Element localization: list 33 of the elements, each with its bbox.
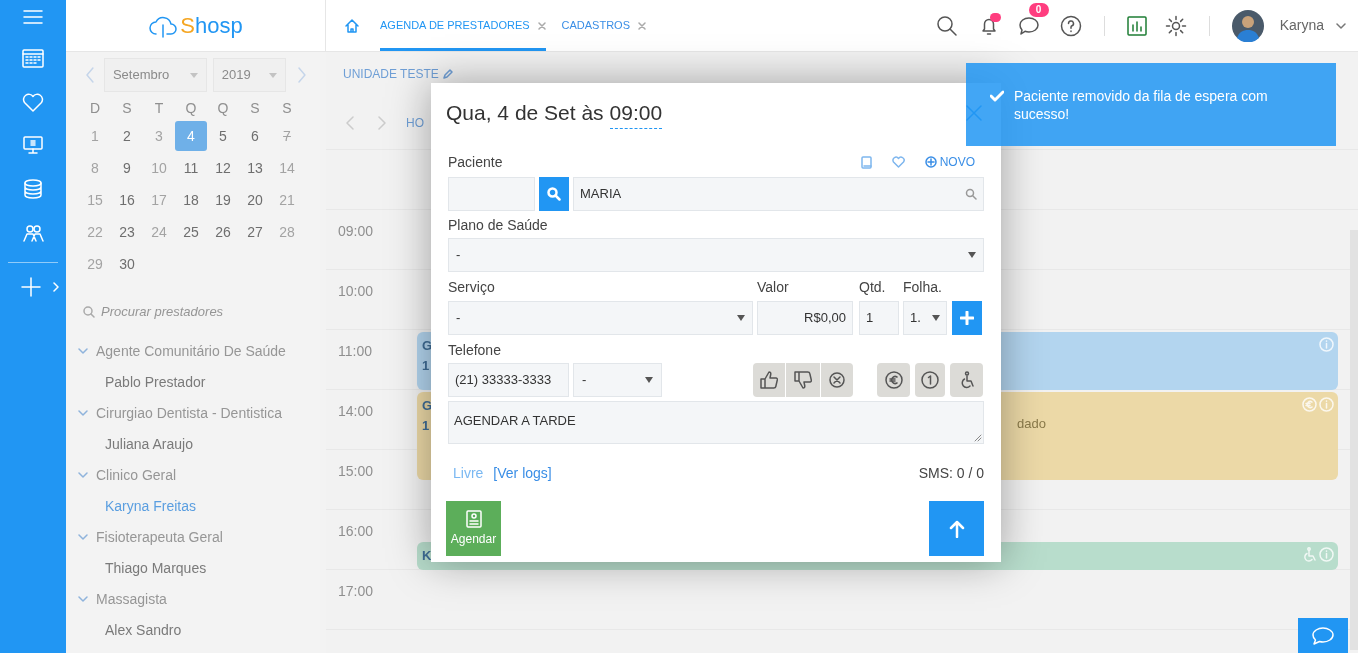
weekday-label: S <box>282 98 292 118</box>
field-label: Telefone <box>448 340 501 360</box>
appointment-text: 1 <box>422 417 431 435</box>
field-label: Paciente <box>448 152 503 172</box>
time-label: 14:00 <box>338 402 374 421</box>
field-label: Folha. <box>903 277 942 297</box>
appointment-text: G <box>422 337 433 355</box>
appointment-text: G <box>422 397 433 415</box>
weekday-label: S <box>250 98 260 118</box>
time-label: 10:00 <box>338 282 374 301</box>
appointment-text: K <box>422 547 432 565</box>
time-label: 11:00 <box>338 342 372 361</box>
sms-counter: SMS: 0 / 0 <box>918 464 984 483</box>
weekday-label: S <box>122 98 132 118</box>
dialog-title: Qua, 4 de Set às <box>446 99 604 126</box>
weekday-label: D <box>89 98 101 118</box>
appointment-text: 1 <box>422 357 431 375</box>
field-label: Serviço <box>448 277 496 297</box>
appointment-text: dado <box>1017 415 1046 433</box>
field-label: Plano de Saúde <box>448 215 548 235</box>
weekday-label: T <box>154 98 164 118</box>
time-label: 17:00 <box>338 582 374 601</box>
weekday-label: Q <box>185 98 197 118</box>
field-label: Qtd. <box>859 277 887 297</box>
time-label: 16:00 <box>338 522 374 541</box>
logo-text: Shosp <box>180 12 243 40</box>
unit-label: UNIDADE TESTE <box>343 66 439 83</box>
toast-message: Paciente removido da fila de espera com sucesso! <box>1014 87 1269 123</box>
field-label: Valor <box>757 277 790 297</box>
time-label: 09:00 <box>338 222 374 241</box>
time-label: 15:00 <box>338 462 374 481</box>
message-count-badge: 0 <box>1028 2 1049 17</box>
weekday-label: Q <box>217 98 229 118</box>
